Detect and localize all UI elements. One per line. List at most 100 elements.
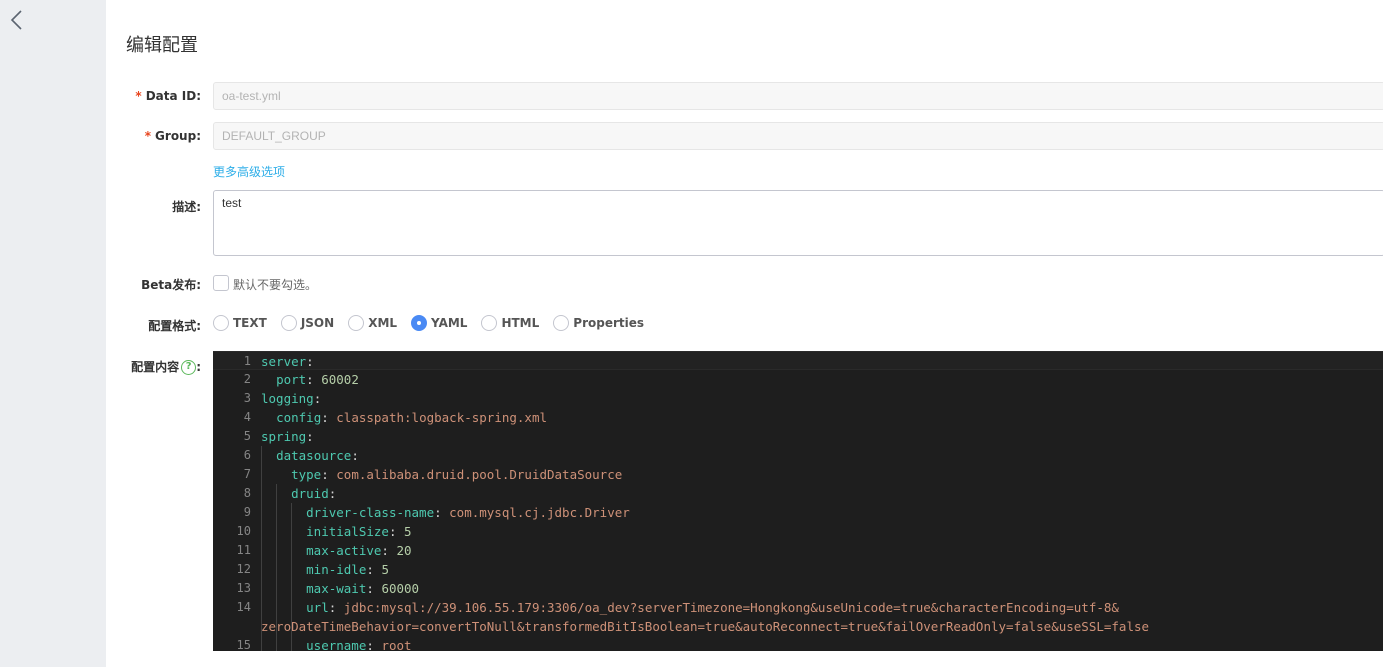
radio-xml[interactable]: XML (348, 315, 397, 331)
yaml-colon: : (306, 372, 322, 387)
radio-circle[interactable] (481, 315, 498, 331)
code-line[interactable]: 3 logging: (213, 389, 1383, 408)
radio-json[interactable]: JSON (280, 315, 335, 331)
code-line[interactable]: 1 server: (213, 351, 1383, 370)
code-line[interactable]: 14 url: jdbc:mysql://39.106.55.179:3306/… (213, 598, 1383, 617)
yaml-value: zeroDateTimeBehavior=convertToNull&trans… (261, 619, 1150, 634)
format-radio-group: TEXT JSON XML YAML HTML Properties (213, 315, 658, 331)
yaml-colon: : (321, 410, 337, 425)
back-chevron-icon[interactable] (6, 8, 28, 32)
code-line[interactable]: 2 port: 60002 (213, 370, 1383, 389)
line-number: 12 (236, 562, 251, 576)
yaml-value: classpath:logback-spring.xml (336, 410, 547, 425)
yaml-colon: : (328, 600, 344, 615)
yaml-colon: : (306, 429, 314, 444)
edit-config-panel: 编辑配置 * Data ID: oa-test.yml * Group: DEFAU… (106, 0, 1383, 667)
code-text: max-wait: 60000 (261, 579, 419, 598)
radio-label: HTML (501, 316, 540, 330)
yaml-key: min-idle (306, 562, 367, 577)
yaml-value: jdbc:mysql://39.106.55.179:3306/oa_dev?s… (343, 600, 1119, 615)
radio-circle[interactable] (280, 315, 297, 331)
code-line[interactable]: 6 datasource: (213, 446, 1383, 465)
radio-html[interactable]: HTML (481, 315, 539, 331)
code-line[interactable]: 11 max-active: 20 (213, 541, 1383, 560)
line-number: 5 (243, 429, 251, 443)
required-mark: * (135, 89, 142, 103)
group-label-text: Group: (155, 129, 201, 143)
line-number: 3 (243, 391, 251, 405)
radio-circle[interactable] (348, 315, 365, 331)
line-number: 1 (243, 354, 251, 368)
code-text: spring: (261, 427, 314, 446)
beta-checkbox[interactable] (213, 275, 229, 291)
code-line[interactable]: 13 max-wait: 60000 (213, 579, 1383, 598)
radio-label: YAML (431, 316, 468, 330)
radio-yaml[interactable]: YAML (411, 315, 467, 331)
code-line[interactable]: 12 min-idle: 5 (213, 560, 1383, 579)
help-question-icon[interactable]: ? (181, 360, 197, 375)
code-text: druid: (261, 484, 336, 503)
line-number: 9 (243, 505, 251, 519)
required-mark: * (144, 129, 152, 143)
radio-circle[interactable] (553, 315, 570, 331)
yaml-key: username (306, 638, 367, 651)
code-text: config: classpath:logback-spring.xml (261, 408, 547, 427)
code-text: datasource: (261, 446, 359, 465)
line-number: 8 (243, 486, 251, 500)
yaml-colon: : (388, 524, 405, 539)
radio-circle-selected[interactable] (411, 315, 428, 331)
yaml-colon: : (351, 448, 359, 463)
radio-properties[interactable]: Properties (553, 315, 644, 331)
code-line[interactable]: 8 druid: (213, 484, 1383, 503)
code-line[interactable]: 10 initialSize: 5 (213, 522, 1383, 541)
yaml-key: driver-class-name (306, 505, 435, 520)
data-id-input[interactable]: oa-test.yml (213, 82, 1383, 110)
code-text: url: jdbc:mysql://39.106.55.179:3306/oa_… (261, 598, 1119, 617)
yaml-key: datasource (276, 448, 352, 463)
line-number: 7 (243, 467, 251, 481)
yaml-key: max-active (306, 543, 382, 558)
yaml-colon: : (366, 581, 382, 596)
radio-label: JSON (300, 316, 335, 330)
group-input[interactable]: DEFAULT_GROUP (213, 122, 1383, 150)
yaml-colon: : (321, 467, 337, 482)
code-text: port: 60002 (261, 370, 359, 389)
yaml-value: 60002 (321, 372, 359, 387)
line-number: 6 (243, 448, 251, 462)
code-editor[interactable]: 1 server: 2 port: 60002 3 logging: 4 config: … (213, 351, 1383, 651)
page-title: 编辑配置 (126, 35, 198, 56)
description-textarea[interactable]: test (213, 190, 1383, 256)
yaml-value: 60000 (381, 581, 420, 596)
more-advanced-options-link[interactable]: 更多高级选项 (213, 163, 285, 180)
code-line[interactable]: zeroDateTimeBehavior=convertToNull&trans… (213, 617, 1383, 636)
code-line[interactable]: 5 spring: (213, 427, 1383, 446)
code-line[interactable]: 7 type: com.alibaba.druid.pool.DruidData… (213, 465, 1383, 484)
radio-text[interactable]: TEXT (213, 315, 267, 331)
code-line[interactable]: 9 driver-class-name: com.mysql.cj.jdbc.D… (213, 503, 1383, 522)
radio-circle[interactable] (213, 315, 229, 331)
yaml-colon: : (381, 543, 397, 558)
yaml-key: logging (261, 391, 314, 406)
line-number: 15 (236, 638, 251, 651)
yaml-key: initialSize (306, 524, 389, 539)
indent-guide (291, 503, 293, 651)
yaml-colon: : (366, 562, 382, 577)
group-label: * Group: (81, 129, 201, 143)
code-text: min-idle: 5 (261, 560, 389, 579)
indent-guide (261, 446, 262, 651)
yaml-key: server (261, 354, 307, 369)
code-line[interactable]: 4 config: classpath:logback-spring.xml (213, 408, 1383, 427)
yaml-value: 20 (396, 543, 412, 558)
yaml-key: max-wait (306, 581, 367, 596)
code-line[interactable]: 15 username: root (213, 636, 1383, 651)
